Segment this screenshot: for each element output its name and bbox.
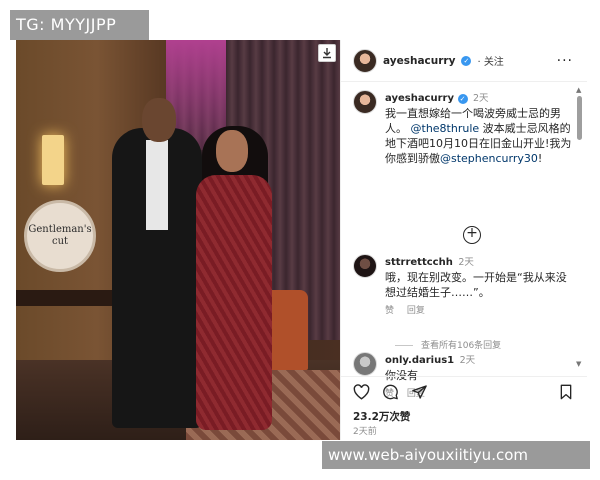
share-icon[interactable] bbox=[411, 384, 428, 400]
more-horizontal-icon[interactable]: ··· bbox=[557, 53, 573, 69]
likes-count[interactable]: 23.2万次赞 bbox=[353, 409, 410, 424]
post-photo: Gentleman's cut bbox=[16, 40, 340, 440]
scroll-down-arrow-icon[interactable]: ▼ bbox=[576, 360, 581, 368]
comment-time: 2天 bbox=[459, 355, 476, 366]
heart-icon[interactable] bbox=[353, 383, 370, 400]
caption-text-part: ! bbox=[537, 152, 543, 165]
instagram-panel: ayeshacurry ✓ · 关注 ··· ▲ ▼ ayeshacurry ✓… bbox=[340, 40, 587, 440]
gentlemans-cut-sign: Gentleman's cut bbox=[24, 200, 96, 272]
avatar[interactable] bbox=[353, 90, 377, 114]
avatar[interactable] bbox=[353, 352, 377, 376]
post-timestamp: 2天前 bbox=[353, 427, 377, 437]
verified-icon: ✓ bbox=[457, 94, 468, 104]
view-all-replies-link[interactable]: 查看所有106条回复 bbox=[395, 338, 501, 351]
man-head bbox=[142, 98, 176, 142]
scroll-up-arrow-icon[interactable]: ▲ bbox=[576, 86, 581, 94]
mention-link[interactable]: @stephencurry30 bbox=[440, 152, 538, 165]
caption-row: ayeshacurry ✓ 2天 我一直想嫁给一个喝波旁威士忌的男人。 @the… bbox=[353, 90, 575, 166]
bookmark-icon[interactable] bbox=[559, 384, 573, 400]
wall-lamp bbox=[42, 135, 64, 185]
comment-actions: 赞 回复 bbox=[385, 304, 575, 319]
post-header: ayeshacurry ✓ · 关注 ··· bbox=[341, 40, 587, 82]
avatar[interactable] bbox=[353, 48, 377, 73]
avatar[interactable] bbox=[353, 254, 377, 278]
comment-icon[interactable] bbox=[382, 384, 399, 400]
site-watermark: www.web-aiyouxiitiyu.com bbox=[322, 441, 590, 469]
bar-table bbox=[16, 290, 116, 306]
woman-head bbox=[216, 130, 248, 172]
verified-icon: ✓ bbox=[461, 55, 472, 66]
like-comment-button[interactable]: 赞 bbox=[385, 306, 394, 316]
reply-button[interactable]: 回复 bbox=[407, 306, 425, 316]
load-more-plus-icon[interactable]: + bbox=[463, 226, 481, 244]
comment-row: sttrrettcchh 2天 哦，现在别改变。一开始是“我从来没想过结婚生子…… bbox=[353, 254, 575, 319]
post-actions-bar bbox=[341, 376, 587, 406]
caption-username[interactable]: ayeshacurry bbox=[385, 93, 454, 104]
comment-text: 哦，现在别改变。一开始是“我从来没想过结婚生子……”。 bbox=[385, 271, 567, 299]
download-icon[interactable] bbox=[318, 44, 336, 62]
man-shirt bbox=[146, 140, 168, 230]
comment-username[interactable]: sttrrettcchh bbox=[385, 257, 453, 268]
comment-time: 2天 bbox=[458, 257, 474, 268]
post-username[interactable]: ayeshacurry bbox=[383, 55, 455, 67]
scrollbar-thumb[interactable] bbox=[577, 96, 582, 140]
tg-tag: TG: MYYJJPP bbox=[10, 10, 149, 40]
follow-button[interactable]: · 关注 bbox=[477, 53, 503, 68]
mention-link[interactable]: @the8thrule bbox=[411, 122, 480, 135]
caption-text: ayeshacurry ✓ 2天 我一直想嫁给一个喝波旁威士忌的男人。 @the… bbox=[385, 90, 575, 166]
comment-body: sttrrettcchh 2天 哦，现在别改变。一开始是“我从来没想过结婚生子…… bbox=[385, 254, 575, 319]
comment-username[interactable]: only.darius1 bbox=[385, 355, 454, 366]
caption-time: 2天 bbox=[473, 93, 489, 104]
woman-figure bbox=[196, 175, 272, 430]
